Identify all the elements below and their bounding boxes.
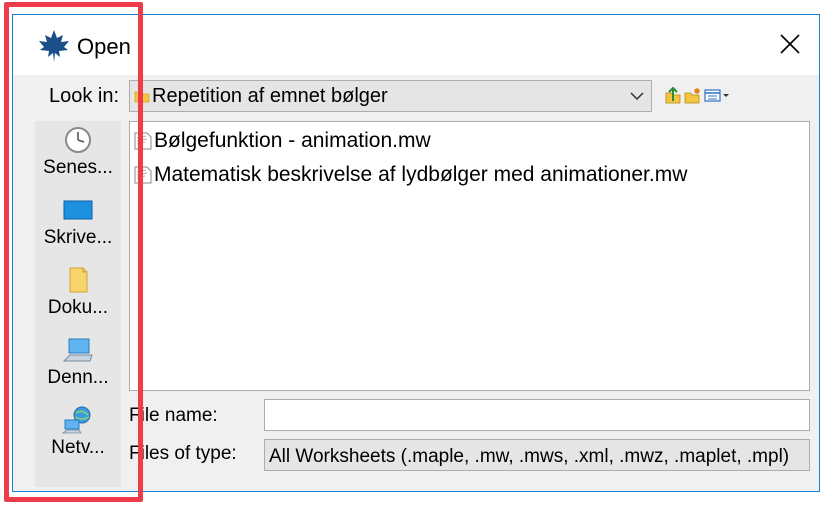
desktop-icon [63, 200, 93, 220]
open-dialog: Open Look in: Repetition af emnet bølger [12, 14, 820, 492]
close-icon [780, 34, 800, 54]
recent-clock-icon [65, 127, 91, 153]
new-folder-icon [684, 88, 700, 104]
up-folder-icon [665, 86, 681, 104]
place-label: Doku... [47, 297, 109, 318]
file-item[interactable]: Matematisk beskrivelse af lydbølger med … [130, 160, 687, 190]
look-in-label: Look in: [49, 85, 120, 107]
file-name-input[interactable] [264, 399, 810, 431]
dialog-title: Open [77, 34, 131, 59]
look-in-value: Repetition af emnet bølger [152, 85, 388, 107]
network-icon [62, 406, 91, 434]
view-menu-icon [704, 89, 729, 102]
file-item[interactable]: Bølgefunktion - animation.mw [130, 126, 431, 156]
maple-document-icon [134, 132, 152, 150]
title-bar: Open [13, 15, 819, 75]
file-name-text: Matematisk beskrivelse af lydbølger med … [154, 163, 688, 186]
places-bar: Senes... Skrive... Doku... Denn... Netv.… [35, 121, 121, 487]
place-label: Netv... [51, 437, 105, 458]
place-this-pc[interactable]: Denn... [35, 331, 121, 399]
file-name-label: File name: [129, 405, 218, 426]
chevron-down-icon [630, 92, 644, 101]
place-documents[interactable]: Doku... [35, 261, 121, 329]
place-desktop[interactable]: Skrive... [35, 191, 121, 259]
place-label: Denn... [47, 367, 109, 388]
file-type-value: All Worksheets (.maple, .mw, .mws, .xml,… [269, 446, 790, 467]
place-label: Senes... [43, 157, 113, 178]
computer-icon [62, 338, 93, 362]
file-type-label: Files of type: [129, 443, 237, 464]
maple-leaf-icon [39, 30, 69, 62]
new-folder-button[interactable] [684, 85, 702, 105]
file-type-dropdown[interactable]: All Worksheets (.maple, .mw, .mws, .xml,… [264, 439, 810, 471]
place-recent[interactable]: Senes... [35, 121, 121, 189]
place-network[interactable]: Netv... [35, 401, 121, 469]
close-button[interactable] [761, 19, 819, 69]
file-list[interactable]: Bølgefunktion - animation.mw Matematisk … [129, 121, 810, 391]
documents-icon [69, 267, 88, 293]
place-label: Skrive... [43, 227, 113, 248]
view-menu-button[interactable] [704, 85, 730, 105]
maple-document-icon [134, 166, 152, 184]
up-folder-button[interactable] [664, 85, 682, 105]
file-name-text: Bølgefunktion - animation.mw [154, 129, 431, 152]
folder-icon [134, 91, 150, 103]
look-in-dropdown[interactable]: Repetition af emnet bølger [129, 80, 652, 112]
